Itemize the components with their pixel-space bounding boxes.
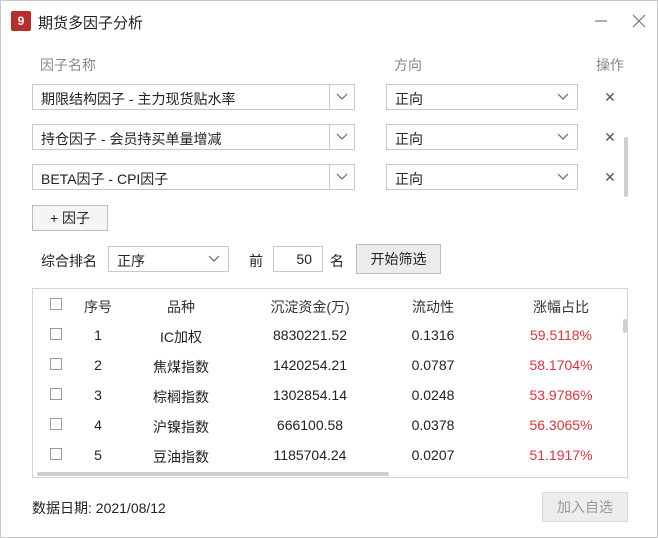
cell-rise-ratio: 59.5118% <box>529 327 592 343</box>
direction-value: 正向 <box>395 171 423 187</box>
direction-select-3[interactable]: 正向 <box>386 164 578 190</box>
column-header: 沉淀资金(万) <box>270 299 350 315</box>
column-header: 涨幅占比 <box>533 299 589 315</box>
start-filter-button[interactable]: 开始筛选 <box>356 244 441 274</box>
minimize-icon <box>595 20 607 22</box>
cell-index: 1 <box>94 327 102 343</box>
cell-index: 3 <box>94 387 102 403</box>
cell-capital: 1302854.14 <box>273 387 347 403</box>
order-select[interactable]: 正序 <box>108 246 229 272</box>
chevron-down-icon <box>551 125 575 149</box>
results-table: 序号 品种 沉淀资金(万) 流动性 涨幅占比 1 IC加权 8830221.52… <box>32 288 628 478</box>
cell-variety: 焦煤指数 <box>153 359 209 375</box>
order-value: 正序 <box>117 253 145 269</box>
chevron-down-icon[interactable] <box>329 85 354 109</box>
column-header: 流动性 <box>412 299 454 315</box>
cell-capital: 8830221.52 <box>273 327 347 343</box>
chevron-down-icon <box>551 165 575 189</box>
cell-rise-ratio: 58.1704% <box>529 357 593 373</box>
cell-index: 4 <box>94 417 102 433</box>
factor-list-scrollbar[interactable] <box>624 137 628 197</box>
factor-name: BETA因子 - CPI因子 <box>41 171 169 187</box>
delete-factor-icon[interactable]: ✕ <box>603 90 617 104</box>
cell-rise-ratio: 53.9786% <box>529 387 593 403</box>
add-factor-button[interactable]: + 因子 <box>32 205 108 231</box>
ranking-label: 综合排名 <box>41 253 97 269</box>
direction-select-1[interactable]: 正向 <box>386 84 578 110</box>
cell-liquidity: 0.0248 <box>411 387 455 403</box>
column-header: 品种 <box>167 299 195 315</box>
cell-index: 2 <box>94 357 102 373</box>
cell-variety: 豆油指数 <box>153 449 209 465</box>
title-bar: 9 期货多因子分析 <box>1 1 657 41</box>
top-count-input[interactable]: 50 <box>273 246 323 272</box>
cell-liquidity: 0.1316 <box>411 327 455 343</box>
cell-liquidity: 0.0207 <box>411 447 455 463</box>
cell-rise-ratio: 56.3065% <box>529 417 593 433</box>
factor-select-2[interactable]: 持仓因子 - 会员持买单量增减 <box>32 124 355 150</box>
cell-rise-ratio: 51.1917% <box>529 447 593 463</box>
factor-name-header: 因子名称 <box>40 57 96 73</box>
app-icon: 9 <box>11 11 31 31</box>
factor-select-3[interactable]: BETA因子 - CPI因子 <box>32 164 355 190</box>
row-checkbox[interactable] <box>50 418 62 430</box>
chevron-down-icon <box>551 85 575 109</box>
minimize-button[interactable] <box>589 9 613 33</box>
factor-name: 期限结构因子 - 主力现货贴水率 <box>41 91 236 107</box>
cell-index: 5 <box>94 447 102 463</box>
cell-liquidity: 0.0787 <box>411 357 455 373</box>
chevron-down-icon[interactable] <box>329 165 354 189</box>
chevron-down-icon <box>202 247 226 271</box>
cell-capital: 666100.58 <box>276 417 344 433</box>
cell-variety: 沪镍指数 <box>153 419 209 435</box>
action-header: 操作 <box>596 57 624 73</box>
data-date: 数据日期: 2021/08/12 <box>32 500 166 516</box>
top-prefix-label: 前 <box>249 253 263 269</box>
row-checkbox[interactable] <box>50 448 62 460</box>
cell-capital: 1420254.21 <box>273 357 347 373</box>
close-button[interactable] <box>627 9 651 33</box>
row-checkbox[interactable] <box>50 328 62 340</box>
row-checkbox[interactable] <box>50 358 62 370</box>
cell-variety: 棕榈指数 <box>153 389 209 405</box>
factor-select-1[interactable]: 期限结构因子 - 主力现货贴水率 <box>32 84 355 110</box>
direction-value: 正向 <box>395 131 423 147</box>
delete-factor-icon[interactable]: ✕ <box>603 170 617 184</box>
add-to-favorites-button[interactable]: 加入自选 <box>542 492 628 522</box>
delete-factor-icon[interactable]: ✕ <box>603 130 617 144</box>
factor-name: 持仓因子 - 会员持买单量增减 <box>41 131 222 147</box>
cell-capital: 1185704.24 <box>273 447 347 463</box>
select-all-checkbox[interactable] <box>50 298 62 310</box>
vertical-scrollbar[interactable] <box>623 319 627 333</box>
cell-liquidity: 0.0378 <box>411 417 455 433</box>
window: 9 期货多因子分析 因子名称 方向 操作 期限结构因子 - 主力现货贴水率 正向… <box>0 0 658 538</box>
chevron-down-icon[interactable] <box>329 125 354 149</box>
top-suffix-label: 名 <box>330 253 344 269</box>
horizontal-scrollbar[interactable] <box>37 472 389 476</box>
direction-value: 正向 <box>395 91 423 107</box>
cell-variety: IC加权 <box>160 329 202 345</box>
direction-header: 方向 <box>394 57 422 73</box>
window-title: 期货多因子分析 <box>38 15 144 32</box>
column-header: 序号 <box>84 299 112 315</box>
direction-select-2[interactable]: 正向 <box>386 124 578 150</box>
close-icon <box>632 14 646 28</box>
row-checkbox[interactable] <box>50 388 62 400</box>
